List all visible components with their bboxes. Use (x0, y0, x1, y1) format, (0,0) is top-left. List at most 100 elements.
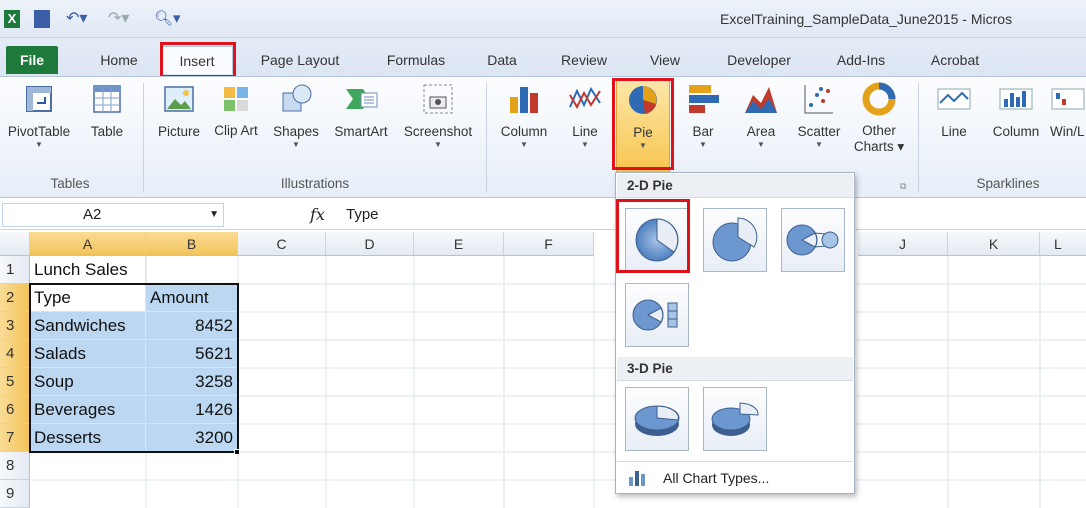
redo-icon[interactable]: ↷▾ (108, 10, 129, 28)
chevron-down-icon: ▼ (699, 140, 707, 149)
undo-icon[interactable]: ↶▾ (66, 10, 87, 28)
fx-icon[interactable]: fx (310, 205, 325, 224)
column-label: Column (500, 124, 548, 139)
section-3d-pie: 3-D Pie (617, 357, 853, 381)
smartart-icon (346, 89, 378, 109)
all-chart-types-item[interactable]: All Chart Types... (617, 461, 853, 493)
screenshot-label: Screenshot (403, 124, 473, 139)
group-separator (143, 83, 144, 193)
title-bar: X ↶▾ ↷▾ 🔍︎▾ ExcelTraining_SampleData_Jun… (0, 0, 1086, 38)
row-header[interactable]: 3 (0, 312, 30, 340)
row-header[interactable]: 7 (0, 424, 30, 452)
exploded-pie-3d-option[interactable] (703, 387, 767, 451)
worksheet-grid: A B C D E F J K L 1 2 3 4 5 6 7 8 9 Lunc… (0, 232, 1086, 508)
screenshot-icon (423, 84, 453, 114)
bar-label: Bar (692, 124, 714, 139)
smartart-button[interactable]: SmartArt (328, 81, 394, 140)
ribbon: PivotTable ▼ Table Tables Picture Clip A… (0, 76, 1086, 198)
column-chart-icon (510, 87, 538, 113)
chevron-down-icon[interactable]: ▼ (209, 204, 219, 226)
charts-label-text: Charts (853, 139, 894, 154)
column-header[interactable]: J (858, 232, 948, 256)
tab-view[interactable]: View (640, 46, 690, 74)
pie-chart-gallery: 2-D Pie 3-D Pie All Chart Types... (615, 172, 855, 494)
name-box[interactable]: A2 ▼ (2, 203, 224, 227)
dialog-launcher-icon[interactable]: ⧉ (900, 181, 906, 192)
tab-review[interactable]: Review (552, 46, 616, 74)
other-charts-button[interactable]: Other Charts ▾ (850, 81, 908, 155)
scatter-chart-button[interactable]: Scatter ▼ (790, 81, 848, 150)
selection-border (29, 283, 239, 453)
sparkline-winloss-button[interactable]: Win/L (1050, 81, 1086, 140)
sparkline-line-button[interactable]: Line (928, 81, 980, 140)
sparkline-column-label: Column (992, 124, 1040, 139)
row-header[interactable]: 2 (0, 284, 30, 312)
window-title: ExcelTraining_SampleData_June2015 - Micr… (720, 11, 1013, 27)
area-label: Area (746, 124, 776, 139)
area-chart-icon (745, 87, 777, 113)
picture-button[interactable]: Picture (150, 81, 208, 140)
shapes-icon (282, 84, 312, 112)
select-all-corner[interactable] (0, 232, 30, 256)
pie-icon (635, 218, 679, 262)
tab-add-ins[interactable]: Add-Ins (826, 46, 896, 74)
bar-chart-button[interactable]: Bar ▼ (678, 81, 728, 150)
column-header[interactable]: L (1040, 232, 1086, 256)
row-header[interactable]: 6 (0, 396, 30, 424)
column-header[interactable]: E (414, 232, 504, 256)
pie-of-pie-option[interactable] (781, 208, 845, 272)
row-header[interactable]: 1 (0, 256, 30, 284)
pie-chart-button[interactable]: Pie ▼ (616, 79, 670, 173)
cell-a1[interactable]: Lunch Sales (30, 256, 146, 284)
tab-insert[interactable]: Insert (161, 46, 233, 74)
bar-of-pie-option[interactable] (625, 283, 689, 347)
table-icon (93, 85, 121, 113)
all-chart-types-label: All Chart Types... (663, 470, 770, 486)
chevron-down-icon: ▼ (815, 140, 823, 149)
exploded-pie-2d-option[interactable] (703, 208, 767, 272)
tab-formulas[interactable]: Formulas (378, 46, 454, 74)
row-header[interactable]: 8 (0, 452, 30, 480)
pie-chart-icon (629, 86, 657, 114)
table-label: Table (90, 124, 124, 139)
print-preview-icon[interactable]: 🔍︎▾ (154, 10, 181, 28)
tab-data[interactable]: Data (480, 46, 524, 74)
column-header[interactable]: B (146, 232, 238, 256)
exploded-pie-3d-icon (711, 402, 759, 436)
pie-3d-option[interactable] (625, 387, 689, 451)
column-header[interactable]: A (30, 232, 146, 256)
clip-art-button[interactable]: Clip Art (214, 81, 258, 139)
row-header[interactable]: 4 (0, 340, 30, 368)
clip-art-icon (224, 87, 248, 111)
tab-acrobat[interactable]: Acrobat (920, 46, 990, 74)
area-chart-button[interactable]: Area ▼ (736, 81, 786, 150)
pivottable-button[interactable]: PivotTable ▼ (4, 81, 74, 150)
shapes-label: Shapes (273, 124, 319, 139)
fill-handle[interactable] (234, 449, 240, 455)
screenshot-button[interactable]: Screenshot ▼ (396, 81, 480, 150)
line-chart-button[interactable]: Line ▼ (562, 81, 608, 150)
other-charts-icon (862, 82, 896, 116)
tab-developer[interactable]: Developer (714, 46, 804, 74)
row-header[interactable]: 9 (0, 480, 30, 508)
column-header[interactable]: C (238, 232, 326, 256)
pie-3d-icon (634, 405, 680, 436)
formula-input[interactable]: Type (346, 206, 379, 223)
row-header[interactable]: 5 (0, 368, 30, 396)
sparkline-column-button[interactable]: Column (986, 81, 1046, 140)
tab-page-layout[interactable]: Page Layout (252, 46, 348, 74)
table-button[interactable]: Table (84, 81, 130, 140)
column-chart-button[interactable]: Column ▼ (494, 81, 554, 150)
group-separator (918, 83, 919, 193)
sparkline-line-icon (937, 88, 971, 110)
tab-home[interactable]: Home (92, 46, 146, 74)
save-icon[interactable] (34, 10, 50, 28)
shapes-button[interactable]: Shapes ▼ (268, 81, 324, 150)
column-header[interactable]: D (326, 232, 414, 256)
tab-file[interactable]: File (6, 46, 58, 74)
column-header[interactable]: K (948, 232, 1040, 256)
column-header[interactable]: F (504, 232, 594, 256)
ribbon-tabs: File Home Insert Page Layout Formulas Da… (0, 38, 1086, 78)
pie-2d-option[interactable] (625, 208, 689, 272)
all-chart-types-icon (629, 471, 645, 486)
